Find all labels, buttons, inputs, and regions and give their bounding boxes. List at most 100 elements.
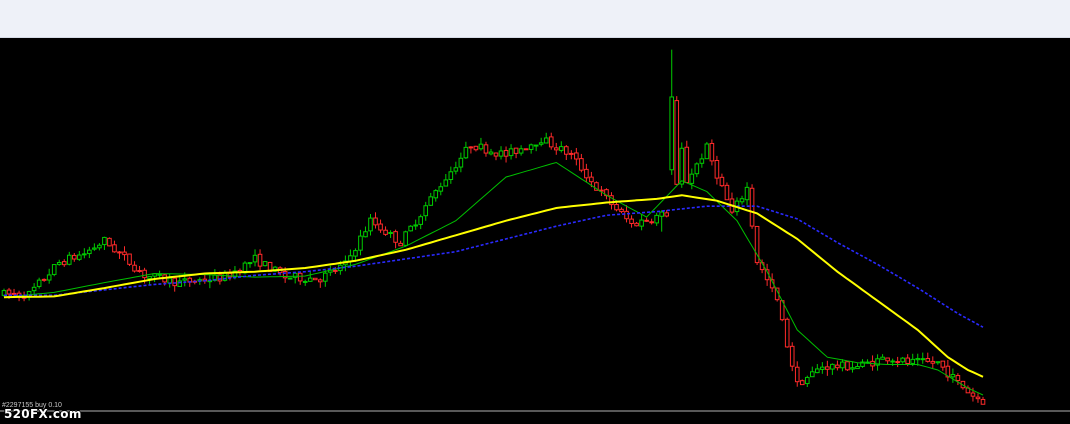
candle-body (744, 186, 750, 201)
candle-body (699, 158, 705, 164)
candle-body (624, 210, 629, 220)
candle-body (51, 264, 57, 275)
candle-body (679, 147, 685, 185)
candle (920, 352, 926, 364)
candle-body (629, 218, 634, 224)
candle-body (619, 208, 624, 213)
candle-body (61, 261, 67, 266)
candle (152, 273, 157, 283)
candle (383, 226, 388, 236)
candle-body (77, 254, 82, 260)
candle (810, 366, 815, 378)
candle-body (804, 376, 810, 385)
candle-body (41, 278, 47, 281)
candle (378, 219, 383, 233)
candle-body (584, 168, 589, 179)
candle (373, 212, 378, 229)
candle-body (579, 158, 584, 171)
candle (107, 237, 112, 247)
candle (488, 148, 494, 156)
candle (543, 132, 549, 144)
candle (287, 277, 293, 280)
candle (925, 352, 931, 363)
candle-body (297, 272, 303, 282)
candle (629, 215, 634, 228)
candle-body (438, 186, 444, 192)
candle (558, 141, 564, 153)
candle (774, 287, 780, 302)
candle-body (363, 231, 368, 238)
candle-body (383, 229, 388, 235)
candle (729, 192, 735, 215)
candle-body (749, 187, 755, 227)
candle (945, 359, 951, 382)
candle-body (784, 318, 790, 348)
candle-body (850, 367, 855, 370)
candle (468, 146, 474, 154)
candle-body (167, 277, 172, 284)
candle (649, 218, 654, 225)
candle (518, 145, 524, 156)
candle (694, 162, 700, 178)
candle-body (649, 221, 654, 224)
candle (704, 141, 710, 160)
candle (820, 362, 825, 374)
candle (117, 251, 122, 259)
candle (835, 360, 840, 371)
candle (398, 240, 403, 247)
candle (302, 279, 308, 286)
candle (453, 161, 459, 175)
candle-body (523, 148, 529, 151)
candle (137, 266, 142, 273)
candle (207, 274, 213, 289)
candle-body (393, 231, 398, 243)
candle (448, 166, 454, 184)
candle-body (739, 198, 745, 203)
candle-body (900, 357, 905, 363)
candle-body (815, 368, 820, 374)
candle (247, 262, 253, 268)
candle-body (639, 219, 644, 227)
candle (262, 261, 268, 267)
candle-body (518, 148, 524, 154)
candle-body (855, 366, 860, 370)
candle (799, 379, 805, 386)
candle (132, 261, 137, 273)
candle-body (950, 374, 956, 378)
candle-body (533, 144, 539, 147)
candle-body (388, 231, 393, 235)
candle-body (31, 286, 37, 292)
candle-body (443, 179, 449, 187)
candle (61, 259, 67, 267)
candle (172, 277, 177, 292)
candle (850, 361, 855, 373)
candle (77, 251, 82, 261)
candle (619, 207, 624, 214)
candle (31, 283, 37, 295)
candle (433, 189, 439, 202)
candle (789, 342, 795, 372)
candle (935, 361, 941, 365)
candle-body (473, 145, 479, 151)
candle-body (920, 358, 926, 361)
candlestick-chart[interactable] (0, 38, 1070, 424)
price-chart-area[interactable]: #2297155 buy 0.10 520FX.com (0, 38, 1070, 424)
candle (307, 271, 313, 282)
candle (483, 141, 489, 157)
candle (438, 182, 444, 196)
candle (639, 214, 644, 231)
trading-terminal-window: #2297155 buy 0.10 520FX.com (0, 0, 1070, 424)
candle-body (262, 261, 268, 267)
candle-body (925, 358, 931, 362)
candle-body (543, 137, 549, 144)
candle-body (538, 142, 544, 145)
candle-body (970, 392, 976, 397)
candle (363, 226, 368, 238)
candle (428, 192, 434, 206)
candle-body (252, 254, 258, 263)
candle-body (810, 371, 815, 378)
candle-body (463, 146, 469, 159)
candle-body (82, 253, 87, 256)
candle (654, 212, 659, 226)
candle-body (36, 279, 42, 287)
